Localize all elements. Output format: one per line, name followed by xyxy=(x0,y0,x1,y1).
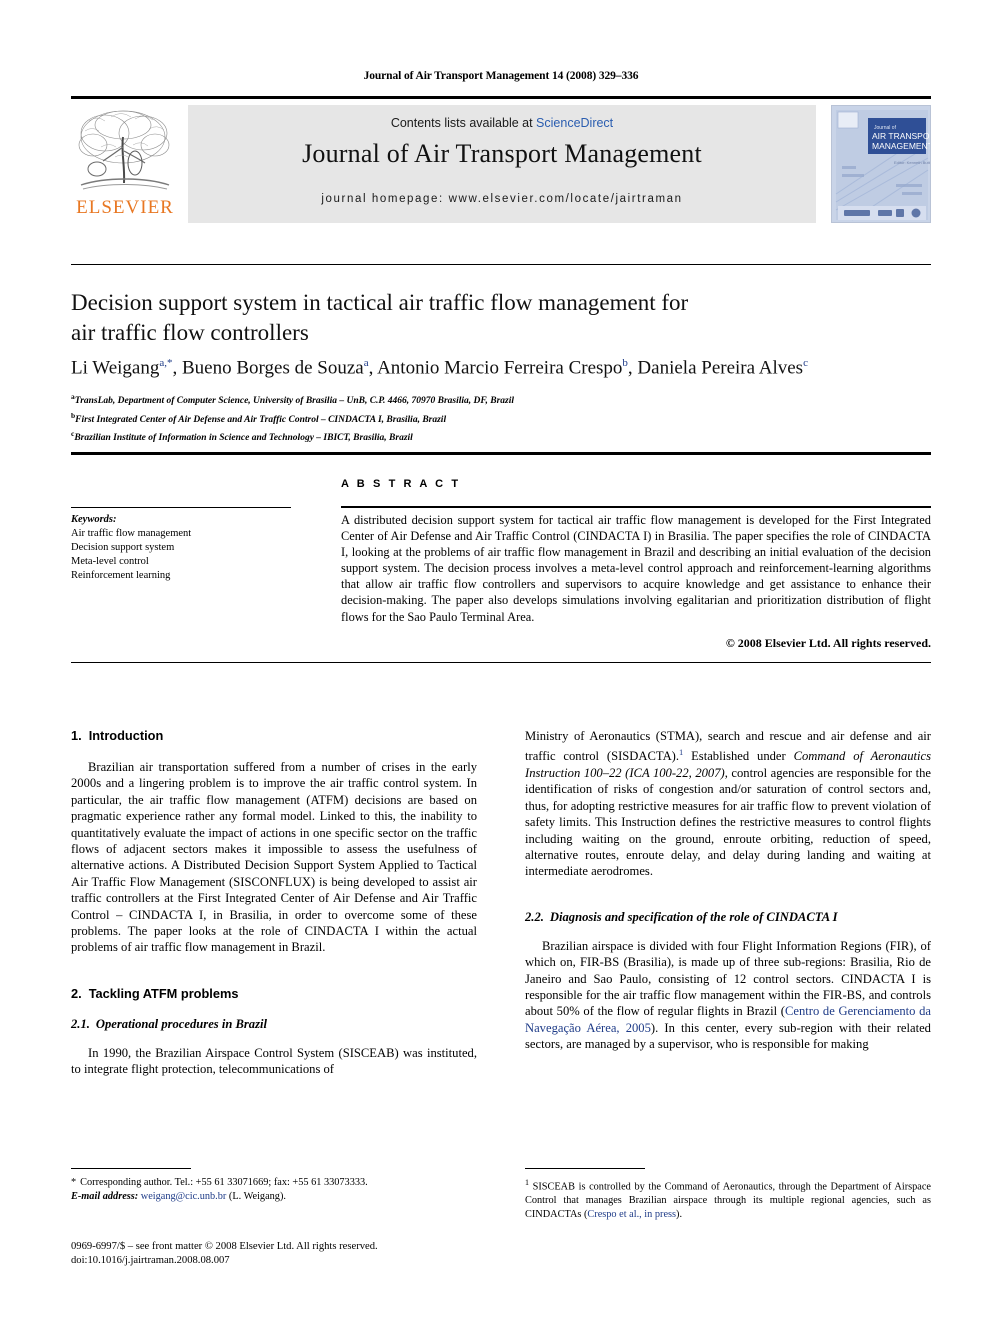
author-sep: , xyxy=(368,357,378,379)
affiliation-text: Brazilian Institute of Information in Sc… xyxy=(74,433,413,444)
footnote-text-part-a: SISCEAB is controlled by the Command of … xyxy=(525,1181,931,1220)
abstract-bottom-rule xyxy=(71,662,931,663)
issn-frontmatter-line: 0969-6997/$ – see front matter © 2008 El… xyxy=(71,1241,378,1252)
footnote-block-right: 1 SISCEAB is controlled by the Command o… xyxy=(525,1168,931,1221)
keyword-item: Decision support system xyxy=(71,542,175,553)
keyword-item: Reinforcement learning xyxy=(71,570,171,581)
paper-title-line-2: air traffic flow controllers xyxy=(71,320,309,345)
author-affil-mark: c xyxy=(803,357,808,369)
section-number: 1. xyxy=(71,728,82,743)
email-address-label: E-mail address: xyxy=(71,1190,139,1202)
section-title: Introduction xyxy=(88,728,164,743)
para-part-c: , control agencies are responsible for t… xyxy=(525,766,931,879)
section-title: Tackling ATFM problems xyxy=(88,985,239,1001)
footnote-rule xyxy=(71,1168,191,1169)
footnote-text-part-b: ). xyxy=(676,1208,683,1220)
running-head: Journal of Air Transport Management 14 (… xyxy=(363,70,639,82)
keywords-divider-rule xyxy=(71,507,291,508)
email-owner: (L. Weigang). xyxy=(228,1190,286,1202)
subsection-title: Operational procedures in Brazil xyxy=(95,1016,267,1031)
footnote-note-1: 1 SISCEAB is controlled by the Command o… xyxy=(525,1176,931,1221)
elsevier-logo: ELSEVIER xyxy=(71,105,179,223)
abstract-text: A distributed decision support system fo… xyxy=(341,513,931,624)
section-number: 2. xyxy=(71,985,82,1001)
journal-title: Journal of Air Transport Management xyxy=(302,139,702,168)
paragraph-diagnosis: Brazilian airspace is divided with four … xyxy=(525,938,931,1053)
keywords-heading: Keywords: xyxy=(71,514,117,525)
author-sep: , xyxy=(627,357,638,379)
svg-text:MANAGEMENT: MANAGEMENT xyxy=(872,141,931,151)
author-name: Bueno Borges de Souza xyxy=(182,357,364,379)
footnote-block-left: * Corresponding author. Tel.: +55 61 3307… xyxy=(71,1168,477,1203)
section-heading-introduction: 1. Introduction xyxy=(71,728,477,743)
contents-prefix: Contents lists available at xyxy=(390,116,537,130)
author-list: Li Weiganga,*, Bueno Borges de Souzaa, A… xyxy=(71,357,931,379)
author-sep: , xyxy=(172,357,182,379)
elsevier-tree-icon xyxy=(75,107,175,195)
subsection-number: 2.1. xyxy=(71,1016,90,1031)
affiliation-text: First Integrated Center of Air Defense a… xyxy=(75,414,447,425)
paragraph-introduction: Brazilian air transportation suffered fr… xyxy=(71,760,477,955)
masthead-band: Contents lists available at ScienceDirec… xyxy=(188,105,816,223)
doi-line[interactable]: doi:10.1016/j.jairtraman.2008.08.007 xyxy=(71,1254,511,1268)
journal-homepage-link[interactable]: journal homepage: www.elsevier.com/locat… xyxy=(188,193,816,205)
subsection-title: Diagnosis and specification of the role … xyxy=(549,909,838,924)
keywords-block: Keywords: Air traffic flow management De… xyxy=(71,513,291,583)
abstract-heading-rule xyxy=(341,506,931,508)
author-name: Daniela Pereira Alves xyxy=(637,357,804,379)
paper-title-line-1: Decision support system in tactical air … xyxy=(71,290,689,315)
footnote-number-mark: 1 xyxy=(525,1178,529,1187)
author-affil-mark: a,* xyxy=(159,357,173,369)
footnote-corresponding-text: Corresponding author. Tel.: +55 61 33071… xyxy=(80,1177,368,1188)
keyword-item: Air traffic flow management xyxy=(71,528,192,539)
subsection-heading-operational-procedures: 2.1. Operational procedures in Brazil xyxy=(71,1017,477,1032)
elsevier-wordmark: ELSEVIER xyxy=(76,197,174,218)
keyword-item: Meta-level control xyxy=(71,556,149,567)
para-part-b: Established under xyxy=(683,749,794,764)
author-name: Li Weigang xyxy=(71,357,160,379)
page-title: Decision support system in tactical air … xyxy=(71,288,901,348)
affiliation-list: aTransLab, Department of Computer Scienc… xyxy=(71,390,931,446)
svg-text:AIR TRANSPORT: AIR TRANSPORT xyxy=(872,131,931,141)
footnote-corresponding-author: * Corresponding author. Tel.: +55 61 3307… xyxy=(71,1176,477,1203)
affiliation-item: cBrazilian Institute of Information in S… xyxy=(71,427,931,446)
journal-cover-thumbnail: Journal of AIR TRANSPORT MANAGEMENT Edit… xyxy=(831,105,931,223)
paragraph-operational-continued: Ministry of Aeronautics (STMA), search a… xyxy=(525,728,931,880)
reference-link-crespo[interactable]: Crespo et al., in press xyxy=(587,1209,676,1220)
author-name: Antonio Marcio Ferreira Crespo xyxy=(377,357,623,379)
svg-text:Editor: Kenneth Button: Editor: Kenneth Button xyxy=(894,160,931,165)
abstract-heading-wrap: A B S T R A C T xyxy=(341,478,931,490)
contents-available-line: Contents lists available at ScienceDirec… xyxy=(188,116,816,130)
subsection-heading-diagnosis: 2.2. Diagnosis and specification of the r… xyxy=(525,910,931,925)
abstract-heading: A B S T R A C T xyxy=(341,478,461,490)
body-column-right: Ministry of Aeronautics (STMA), search a… xyxy=(525,728,931,1053)
footnote-rule xyxy=(525,1168,645,1169)
journal-masthead: ELSEVIER Contents lists available at Sci… xyxy=(71,96,931,226)
abstract-top-rule xyxy=(71,452,931,455)
imprint-block: 0969-6997/$ – see front matter © 2008 El… xyxy=(71,1240,511,1268)
abstract-copyright: © 2008 Elsevier Ltd. All rights reserved… xyxy=(725,636,931,650)
affiliation-item: bFirst Integrated Center of Air Defense … xyxy=(71,409,931,428)
footnote-star-mark: * xyxy=(71,1177,77,1188)
affiliation-text: TransLab, Department of Computer Science… xyxy=(74,396,514,407)
paper-page: Journal of Air Transport Management 14 (… xyxy=(0,0,992,1323)
subsection-number: 2.2. xyxy=(525,909,544,924)
paragraph-operational-procedures: In 1990, the Brazilian Airspace Control … xyxy=(71,1045,477,1077)
affiliation-item: aTransLab, Department of Computer Scienc… xyxy=(71,390,931,409)
body-column-left: 1. Introduction Brazilian air transportat… xyxy=(71,728,477,1078)
email-link[interactable]: weigang@cic.unb.br xyxy=(141,1191,227,1202)
section-heading-tackling-atfm: 2. Tackling ATFM problems xyxy=(71,986,477,1001)
sciencedirect-link[interactable]: ScienceDirect xyxy=(536,116,613,130)
masthead-top-rule xyxy=(71,96,931,99)
title-separator-rule xyxy=(71,264,931,265)
